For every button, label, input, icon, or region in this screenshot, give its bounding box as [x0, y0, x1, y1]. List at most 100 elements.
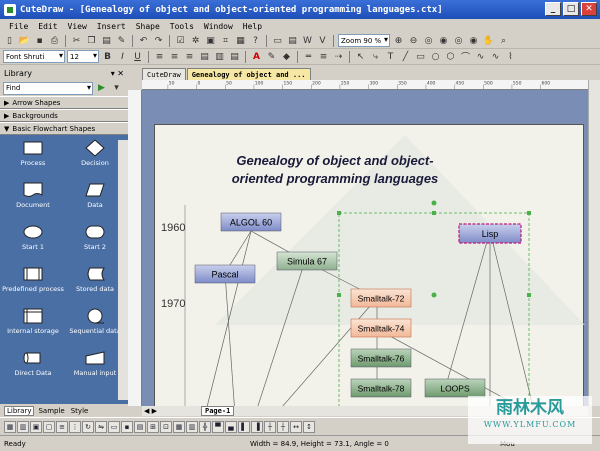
find-go-icon[interactable]: ▶	[95, 82, 108, 95]
shape-manual-input[interactable]: Manual input	[64, 349, 126, 385]
menu-shape[interactable]: Shape	[131, 22, 165, 31]
open-icon[interactable]: 📂	[18, 34, 31, 47]
category-arrow-shapes[interactable]: ▶ Arrow Shapes	[0, 96, 128, 109]
category-backgrounds[interactable]: ▶ Backgrounds	[0, 109, 128, 122]
tab-style[interactable]: Style	[69, 407, 91, 415]
library-close-icon[interactable]: ▾ ✕	[111, 69, 124, 78]
export-icon[interactable]: ▭	[271, 34, 284, 47]
connector-tool-icon[interactable]: ⤷	[369, 50, 382, 63]
ellipse-tool-icon[interactable]: ○	[429, 50, 442, 63]
bold-button[interactable]: B	[101, 50, 114, 63]
shape-sequential-data[interactable]: Sequential data	[64, 307, 126, 343]
align-middle-icon[interactable]: ▥	[213, 50, 226, 63]
library-scrollbar[interactable]	[118, 140, 128, 400]
bezier-tool-icon[interactable]: ⌇	[504, 50, 517, 63]
tab-sample[interactable]: Sample	[36, 407, 66, 415]
shape-data[interactable]: Data	[64, 181, 126, 217]
guides-icon[interactable]: ╬	[199, 420, 211, 433]
rotate-icon[interactable]: ↻	[82, 420, 94, 433]
center-v-icon[interactable]: ┼	[277, 420, 289, 433]
fill-color-icon[interactable]: ◆	[280, 50, 293, 63]
shape-stored-data[interactable]: Stored data	[64, 265, 126, 301]
grid-toggle-icon[interactable]: ▦	[173, 420, 185, 433]
connector-icon[interactable]: ✲	[189, 34, 202, 47]
font-name-select[interactable]: Font Shruti	[3, 50, 65, 63]
snap-icon[interactable]: ⊡	[160, 420, 172, 433]
save-icon[interactable]: ▪	[33, 34, 46, 47]
find-dropdown-icon[interactable]: ▾	[110, 82, 123, 95]
menu-edit[interactable]: Edit	[33, 22, 62, 31]
rectangle-tool-icon[interactable]: ▭	[414, 50, 427, 63]
layer-icon[interactable]: ▤	[134, 420, 146, 433]
zoom-width-icon[interactable]: ◎	[452, 34, 465, 47]
crop-icon[interactable]: ⌗	[219, 34, 232, 47]
align-left-icon[interactable]: ≡	[153, 50, 166, 63]
vertical-scrollbar[interactable]	[588, 80, 600, 406]
shape-document[interactable]: Document	[2, 181, 64, 217]
check-icon[interactable]: ☑	[174, 34, 187, 47]
pointer-tool-icon[interactable]: ↖	[354, 50, 367, 63]
pdf-icon[interactable]: ▤	[286, 34, 299, 47]
arc-tool-icon[interactable]: ⌒	[459, 50, 472, 63]
vector-icon[interactable]: V	[316, 34, 329, 47]
copy-icon[interactable]: ❐	[85, 34, 98, 47]
send-back-icon[interactable]: ▢	[43, 420, 55, 433]
bring-front-icon[interactable]: ▣	[30, 420, 42, 433]
menu-help[interactable]: Help	[238, 22, 267, 31]
zoom-in-icon[interactable]: ⊕	[392, 34, 405, 47]
shape-predefined-process[interactable]: Predefined process	[2, 265, 64, 301]
tab-cutedraw[interactable]: CuteDraw	[142, 68, 186, 80]
format-painter-icon[interactable]: ✎	[115, 34, 128, 47]
font-color-icon[interactable]: A	[250, 50, 263, 63]
shape-start-2[interactable]: Start 2	[64, 223, 126, 259]
zoom-page-icon[interactable]: ◉	[437, 34, 450, 47]
zoom-fit-icon[interactable]: ◎	[422, 34, 435, 47]
arrow-style-icon[interactable]: ⇢	[332, 50, 345, 63]
align-bottom-2-icon[interactable]: ▄	[225, 420, 237, 433]
align-top-icon[interactable]: ▤	[198, 50, 211, 63]
menu-window[interactable]: Window	[199, 22, 238, 31]
line-color-icon[interactable]: ✎	[265, 50, 278, 63]
italic-button[interactable]: I	[116, 50, 129, 63]
close-button[interactable]: ✕	[581, 2, 597, 16]
align-left-2-icon[interactable]: ▌	[238, 420, 250, 433]
shape-start-1[interactable]: Start 1	[2, 223, 64, 259]
lock-icon[interactable]: ▪	[121, 420, 133, 433]
canvas-workspace[interactable]: ALGOL 60 Pascal Simula 67 Lisp Smalltalk…	[142, 90, 588, 406]
ruler-toggle-icon[interactable]: ▥	[186, 420, 198, 433]
zoom-select[interactable]: Zoom 90 %	[338, 34, 390, 47]
shape-direct-data[interactable]: Direct Data	[2, 349, 64, 385]
line-tool-icon[interactable]: ╱	[399, 50, 412, 63]
align-bottom-icon[interactable]: ▤	[228, 50, 241, 63]
align-icon[interactable]: ≡	[56, 420, 68, 433]
image-icon[interactable]: ▣	[204, 34, 217, 47]
text-tool-icon[interactable]: T	[384, 50, 397, 63]
undo-icon[interactable]: ↶	[137, 34, 150, 47]
ungroup-icon[interactable]: ▥	[17, 420, 29, 433]
align-right-2-icon[interactable]: ▐	[251, 420, 263, 433]
group-icon[interactable]: ▦	[4, 420, 16, 433]
shape-decision[interactable]: Decision	[64, 139, 126, 175]
word-icon[interactable]: W	[301, 34, 314, 47]
drawing-page[interactable]: ALGOL 60 Pascal Simula 67 Lisp Smalltalk…	[154, 124, 585, 406]
curve-tool-icon[interactable]: ∿	[474, 50, 487, 63]
same-height-icon[interactable]: ↕	[303, 420, 315, 433]
pan-icon[interactable]: ✋	[482, 34, 495, 47]
line-weight-icon[interactable]: ≡	[317, 50, 330, 63]
distribute-icon[interactable]: ⋮	[69, 420, 81, 433]
zoom-select-icon[interactable]: ◉	[467, 34, 480, 47]
flip-icon[interactable]: ⇋	[95, 420, 107, 433]
new-icon[interactable]: ▯	[3, 34, 16, 47]
underline-button[interactable]: U	[131, 50, 144, 63]
category-basic-flowchart[interactable]: ▼ Basic Flowchart Shapes	[0, 122, 128, 135]
center-h-icon[interactable]: ┼	[264, 420, 276, 433]
zoom-out-icon[interactable]: ⊖	[407, 34, 420, 47]
paste-icon[interactable]: ▤	[100, 34, 113, 47]
cut-icon[interactable]: ✂	[70, 34, 83, 47]
font-size-select[interactable]: 12	[67, 50, 99, 63]
same-width-icon[interactable]: ↔	[290, 420, 302, 433]
help-icon[interactable]: ?	[249, 34, 262, 47]
connect-icon[interactable]: ⊞	[147, 420, 159, 433]
print-icon[interactable]: ⎙	[48, 34, 61, 47]
align-top-2-icon[interactable]: ▀	[212, 420, 224, 433]
